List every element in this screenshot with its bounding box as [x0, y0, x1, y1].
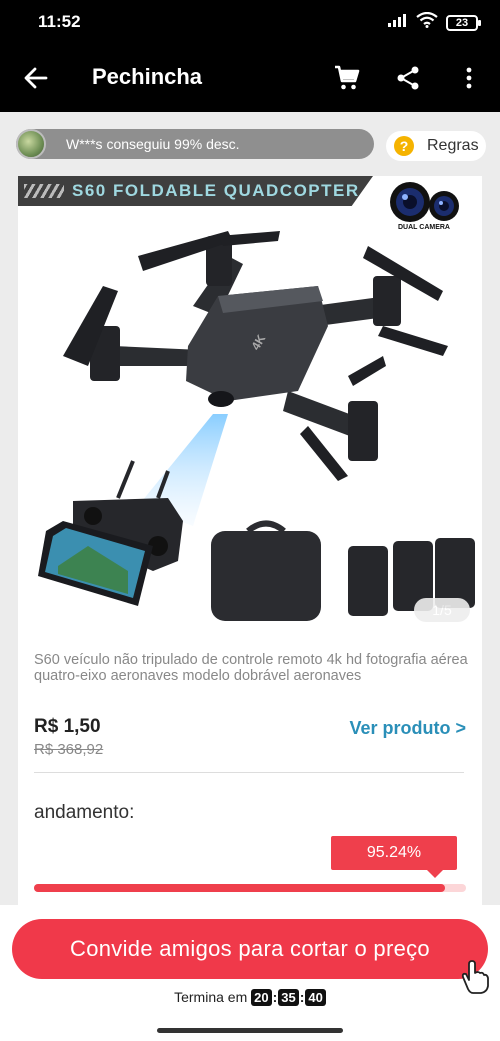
- page-title: Pechincha: [92, 64, 203, 89]
- remote-stick: [84, 507, 102, 525]
- countdown-minutes: 35: [278, 989, 299, 1006]
- original-price: R$ 368,92: [34, 741, 104, 758]
- product-description: S60 veículo não tripulado de controle re…: [34, 652, 468, 684]
- progress-percent-badge: 95.24%: [331, 836, 457, 878]
- current-price: R$ 1,50: [34, 716, 101, 737]
- propeller: [378, 326, 448, 356]
- drone-camera: [208, 391, 234, 407]
- progress-fill: [34, 884, 446, 892]
- divider: [34, 772, 464, 773]
- product-card: S60 FOLDABLE QUADCOPTER DUAL CAMERA 4K 1…: [18, 176, 482, 916]
- carry-case: [211, 531, 321, 621]
- system-icons: 23: [388, 11, 481, 33]
- invite-friends-button[interactable]: Convide amigos para cortar o preço: [12, 919, 488, 979]
- wifi-icon: [416, 11, 438, 33]
- ticker-text: W***s conseguiu 99% desc.: [66, 136, 240, 152]
- propeller: [300, 426, 348, 481]
- product-image[interactable]: S60 FOLDABLE QUADCOPTER DUAL CAMERA 4K 1…: [18, 176, 482, 646]
- rules-button[interactable]: ? Regras: [386, 131, 486, 161]
- question-icon: ?: [394, 136, 414, 156]
- drone-illustration: 4K: [38, 231, 475, 621]
- progress-track: [34, 884, 466, 892]
- bottom-bar: Convide amigos para cortar o preço Termi…: [0, 905, 500, 1041]
- battery-icon: 23: [446, 14, 481, 31]
- countdown-seconds: 40: [305, 989, 326, 1006]
- countdown-hours: 20: [251, 989, 272, 1006]
- battery-pack: [348, 546, 388, 616]
- progress-label: andamento:: [34, 802, 135, 823]
- share-icon[interactable]: [394, 64, 422, 92]
- back-arrow-icon[interactable]: [22, 64, 50, 92]
- clock: 11:52: [38, 12, 81, 31]
- case-handle: [246, 520, 286, 534]
- app-bar: Pechincha: [0, 44, 500, 112]
- countdown-label: Termina em: [174, 989, 248, 1005]
- more-vert-icon[interactable]: [455, 64, 483, 92]
- drone-motor: [373, 276, 401, 326]
- drone-motor: [348, 401, 378, 461]
- main-content: W***s conseguiu 99% desc. ? Regras S60 F…: [0, 112, 500, 916]
- pager-total: 5: [443, 602, 452, 618]
- propeller: [348, 356, 386, 386]
- countdown-separator: :: [299, 989, 305, 1005]
- cart-icon[interactable]: [333, 64, 361, 92]
- rules-label: Regras: [427, 137, 479, 154]
- bargain-ticker: W***s conseguiu 99% desc.: [16, 129, 374, 159]
- remote-antenna: [116, 460, 135, 499]
- countdown: Termina em 20:35:40: [0, 989, 500, 1006]
- signal-icon: [388, 13, 408, 32]
- pager-current: 1: [432, 602, 441, 618]
- countdown-separator: :: [272, 989, 278, 1005]
- status-bar: 11:52 23: [0, 0, 500, 44]
- avatar: [16, 129, 46, 159]
- view-product-link[interactable]: Ver produto >: [349, 718, 466, 739]
- image-pager: 1/5: [414, 598, 470, 622]
- home-indicator[interactable]: [157, 1028, 343, 1033]
